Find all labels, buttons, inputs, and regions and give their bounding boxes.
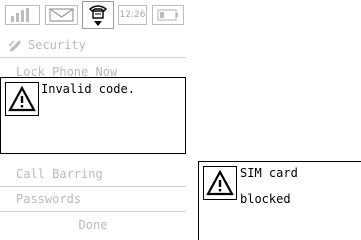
wrench-screwdriver-icon bbox=[8, 40, 21, 52]
sim-message-line1: SIM card bbox=[240, 166, 298, 180]
done-button[interactable]: Done bbox=[0, 213, 186, 238]
menu-item-call-barring[interactable]: Call Barring bbox=[0, 162, 186, 187]
done-label: Done bbox=[78, 218, 108, 232]
warning-icon bbox=[206, 169, 234, 196]
warning-icon-box bbox=[203, 166, 237, 200]
menu-item-label: Call Barring bbox=[16, 167, 103, 181]
handset-icon[interactable] bbox=[82, 1, 114, 29]
menu-item-passwords[interactable]: Passwords bbox=[0, 187, 186, 212]
security-header: Security bbox=[0, 33, 186, 58]
clock-display: 12:26 bbox=[118, 5, 147, 25]
sim-message-line2: blocked bbox=[240, 192, 291, 206]
invalid-code-dialog: Invalid code. bbox=[0, 77, 186, 154]
clock-time: 12:26 bbox=[119, 10, 146, 20]
menu-item-label: Passwords bbox=[16, 192, 82, 206]
header-title: Security bbox=[28, 38, 86, 52]
status-bar: 12:26 bbox=[0, 0, 186, 33]
warning-icon bbox=[8, 85, 36, 112]
warning-icon-box bbox=[5, 82, 39, 116]
battery-icon bbox=[152, 5, 184, 25]
signal-strength-icon bbox=[5, 5, 40, 25]
invalid-code-message: Invalid code. bbox=[41, 82, 135, 96]
sim-blocked-dialog: SIM card blocked bbox=[198, 161, 361, 240]
envelope-icon[interactable] bbox=[45, 5, 78, 25]
